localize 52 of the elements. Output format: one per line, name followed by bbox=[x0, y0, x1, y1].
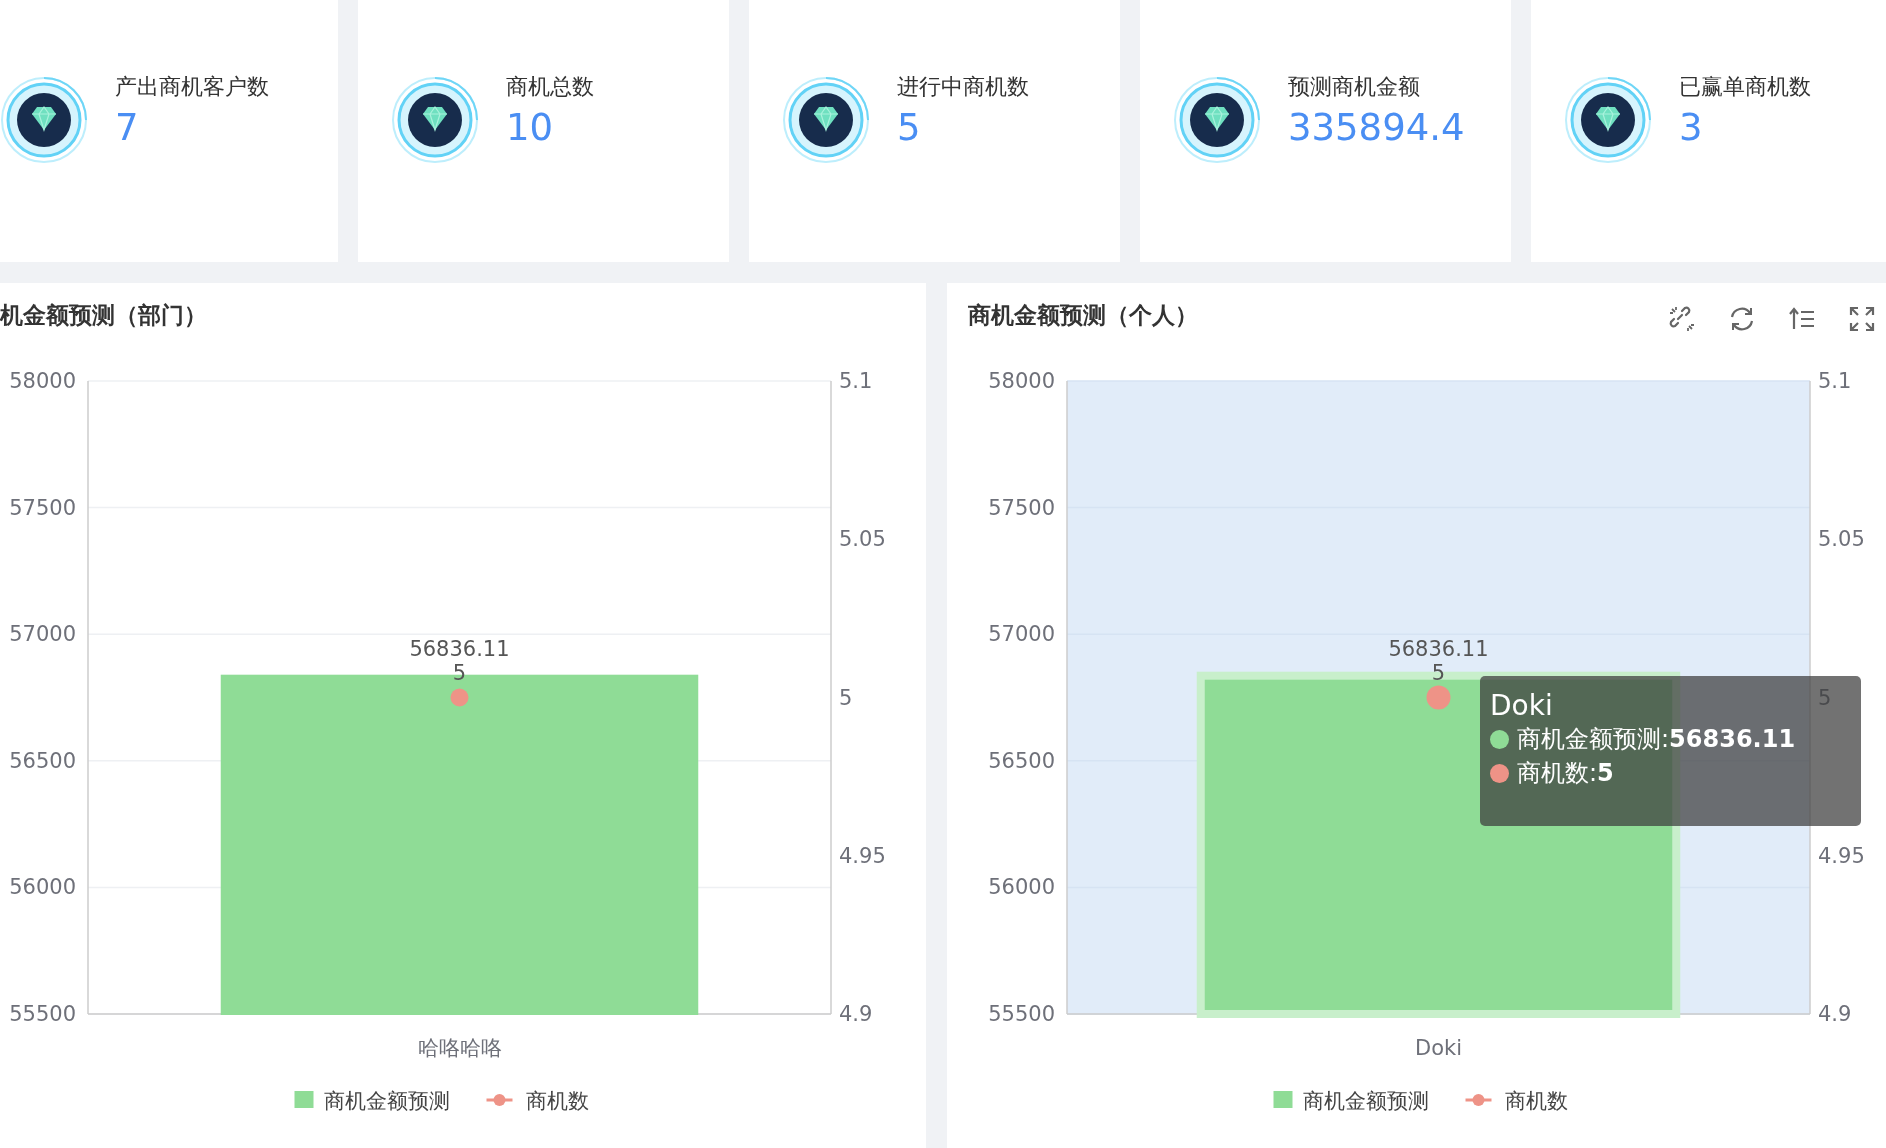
axis-label: 57500 bbox=[9, 495, 76, 520]
axis-label: 哈咯哈咯 bbox=[417, 1036, 502, 1060]
axis-label: 56000 bbox=[9, 875, 76, 900]
legend-label: 商机数 bbox=[525, 1089, 589, 1113]
unlink-icon[interactable] bbox=[1668, 305, 1696, 333]
axis-label: 4.9 bbox=[839, 1002, 873, 1026]
stat-value: 335894.4 bbox=[1288, 106, 1465, 151]
axis-label: 55500 bbox=[9, 1002, 76, 1026]
refresh-icon[interactable] bbox=[1728, 305, 1756, 333]
axis-label: 4.9 bbox=[1818, 1002, 1852, 1026]
panel-title: 机金额预测（部门） bbox=[0, 301, 207, 330]
data-label: 56836.11 bbox=[1388, 636, 1489, 661]
axis-label: 5 bbox=[839, 685, 853, 710]
legend-line-icon bbox=[1465, 1094, 1492, 1106]
tooltip-value: 商机金额预测:56836.11 bbox=[1517, 724, 1796, 755]
stat-title: 已赢单商机数 bbox=[1679, 74, 1811, 101]
axis-label: 58000 bbox=[988, 369, 1055, 393]
stat-value: 5 bbox=[897, 106, 922, 151]
axis-label: 58000 bbox=[9, 369, 76, 393]
stat-title: 产出商机客户数 bbox=[115, 74, 269, 101]
legend-label: 商机金额预测 bbox=[1302, 1089, 1429, 1113]
axis-label: 57000 bbox=[988, 622, 1055, 647]
axis-label: 5.1 bbox=[839, 369, 873, 393]
axis-label: 55500 bbox=[988, 1002, 1055, 1026]
axis-label: 5.1 bbox=[1818, 369, 1852, 393]
stat-title: 商机总数 bbox=[506, 74, 594, 101]
axis-label: Doki bbox=[1415, 1036, 1462, 1060]
data-label: 56836.11 bbox=[409, 636, 510, 661]
panel-title: 商机金额预测（个人） bbox=[968, 301, 1198, 330]
axis-label: 56500 bbox=[9, 748, 76, 773]
legend-line-icon bbox=[486, 1094, 513, 1106]
axis-label: 56500 bbox=[988, 748, 1055, 773]
data-label: 5 bbox=[1431, 660, 1446, 685]
tooltip-title: Doki bbox=[1490, 688, 1553, 723]
legend-label: 商机金额预测 bbox=[323, 1089, 450, 1113]
axis-label: 4.95 bbox=[839, 843, 886, 868]
stat-title: 预测商机金额 bbox=[1288, 74, 1421, 101]
legend-swatch-icon bbox=[294, 1091, 314, 1108]
axis-label: 57000 bbox=[9, 622, 76, 647]
fullscreen-icon[interactable] bbox=[1848, 305, 1876, 333]
axis-label: 5.05 bbox=[839, 527, 886, 552]
tooltip-value: 商机数:5 bbox=[1517, 757, 1614, 789]
stat-value: 3 bbox=[1679, 106, 1704, 151]
axis-label: 5.05 bbox=[1818, 527, 1865, 552]
stat-value: 7 bbox=[115, 106, 140, 151]
axis-label: 57500 bbox=[988, 495, 1055, 520]
axis-label: 4.95 bbox=[1818, 843, 1865, 868]
legend-swatch-icon bbox=[1273, 1091, 1293, 1108]
stat-value: 10 bbox=[506, 106, 555, 151]
legend-label: 商机数 bbox=[1504, 1089, 1568, 1113]
stat-title: 进行中商机数 bbox=[897, 74, 1029, 101]
axis-label: 56000 bbox=[988, 875, 1055, 900]
